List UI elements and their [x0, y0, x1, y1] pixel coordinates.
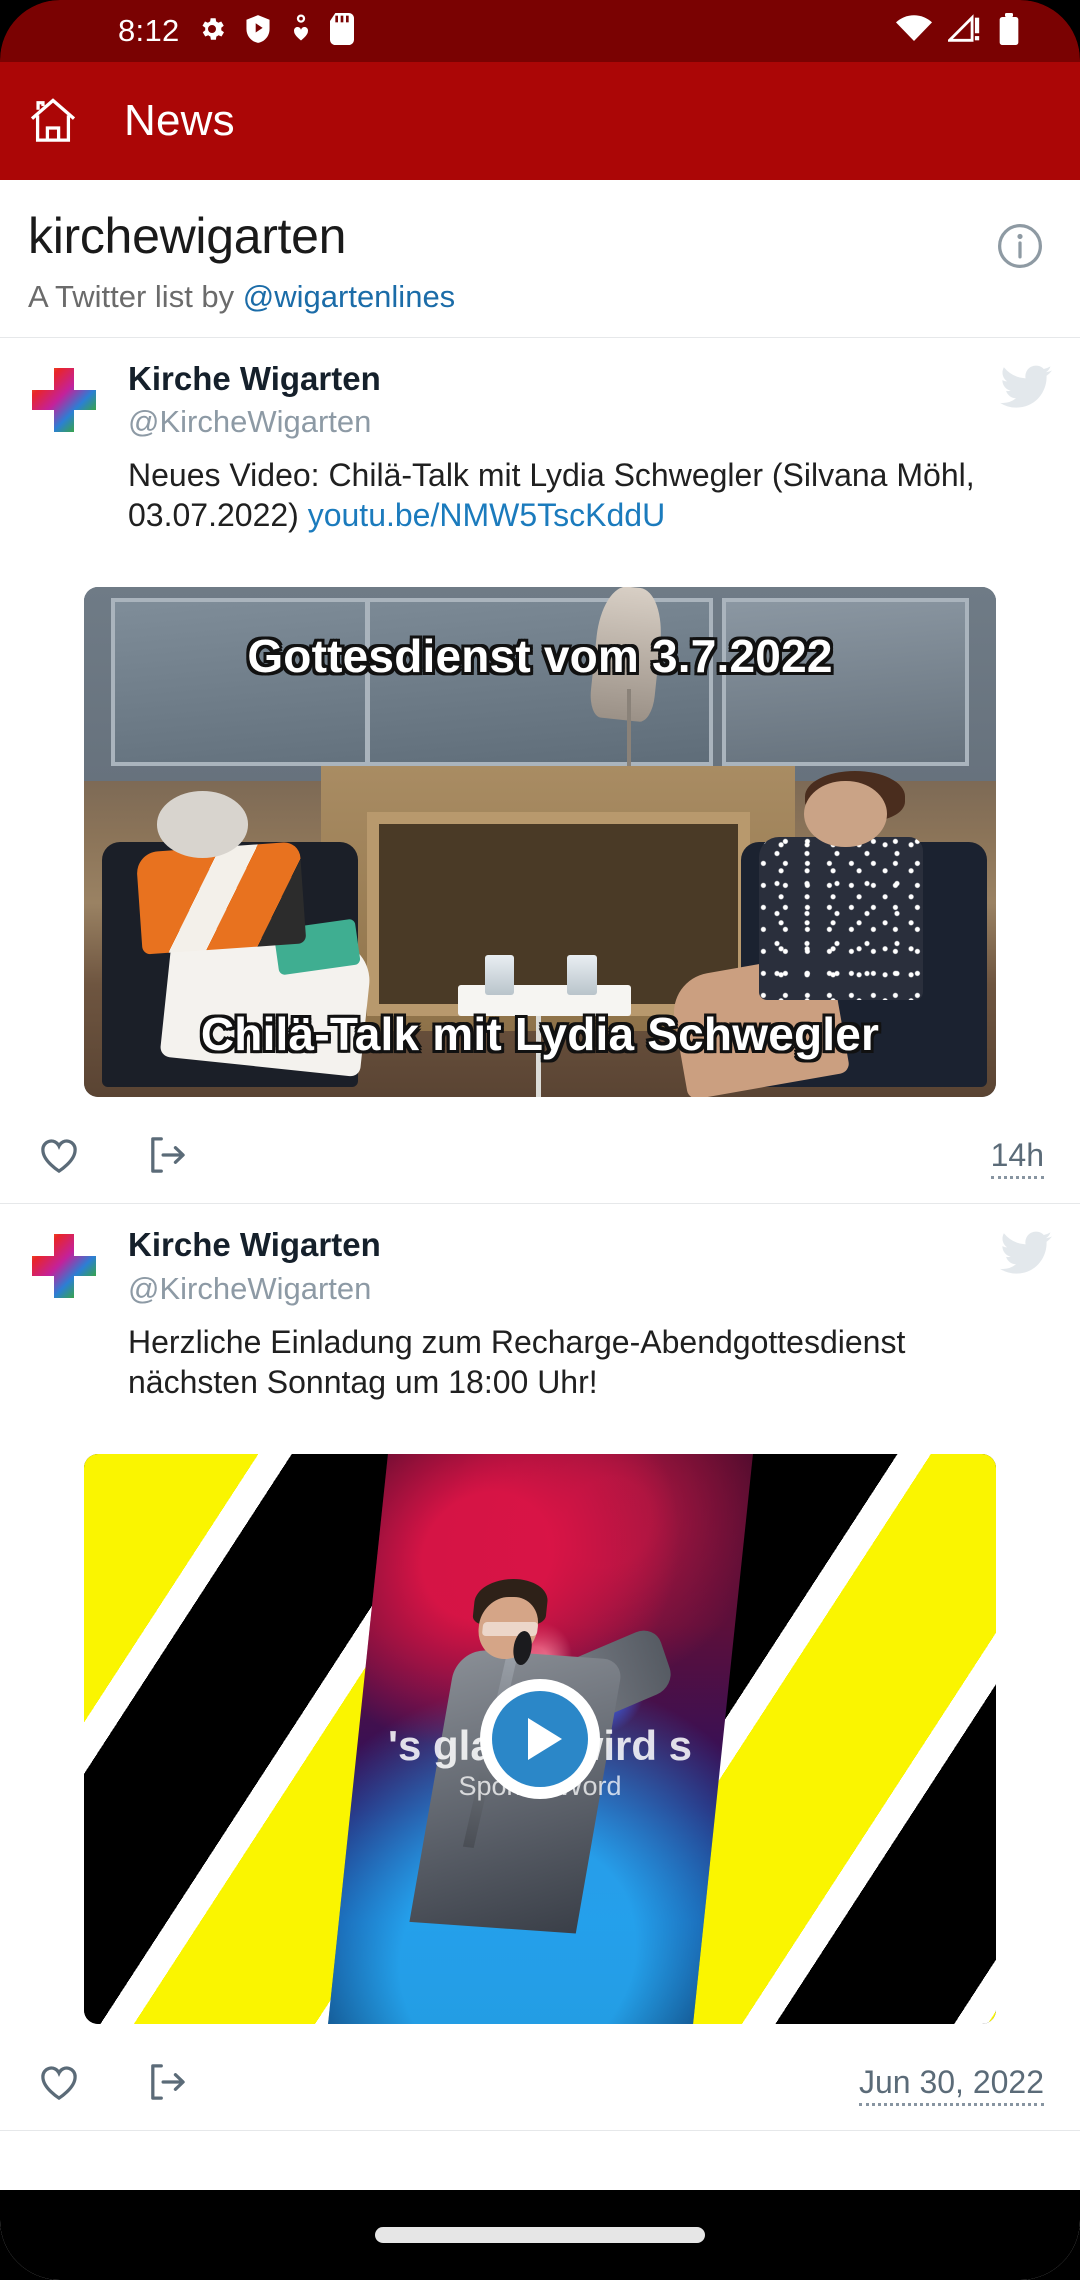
status-bar-clock: 8:12	[118, 13, 180, 48]
tweet-header: Kirche Wigarten @KircheWigarten Neues Vi…	[28, 360, 1052, 536]
phone-screen: 8:12 News kirchewigarten A Twitter list …	[0, 0, 1080, 2280]
home-indicator-pill[interactable]	[375, 2227, 705, 2243]
play-icon[interactable]	[480, 1679, 600, 1800]
tweet-item[interactable]: Kirche Wigarten @KircheWigarten Herzlich…	[0, 1204, 1080, 2132]
tweet-link[interactable]: youtu.be/NMW5TscKddU	[308, 497, 665, 533]
twitter-bird-icon	[1000, 364, 1052, 415]
tweet-author-name: Kirche Wigarten	[128, 359, 381, 397]
rainbow-cross-avatar[interactable]	[28, 364, 100, 436]
home-icon[interactable]	[22, 90, 84, 152]
play-protect-icon	[244, 14, 272, 49]
tweet-actions: Jun 30, 2022	[28, 2034, 1052, 2130]
wifi-icon	[896, 14, 932, 48]
gear-icon	[197, 14, 227, 49]
tweet-actions: 14h	[28, 1107, 1052, 1203]
heart-icon[interactable]	[28, 2051, 90, 2113]
sd-card-icon	[329, 12, 354, 50]
cell-signal-alert-icon	[945, 13, 982, 49]
tweet-author-name: Kirche Wigarten	[128, 1226, 381, 1264]
battery-icon	[998, 12, 1020, 50]
tweet-timestamp[interactable]: 14h	[990, 1137, 1044, 1180]
twitter-list-header: kirchewigarten A Twitter list by @wigart…	[0, 180, 1080, 338]
news-feed[interactable]: kirchewigarten A Twitter list by @wigart…	[0, 180, 1080, 2280]
share-external-icon[interactable]	[136, 1124, 198, 1186]
tweet-author-handle: @KircheWigarten	[128, 1271, 372, 1307]
tweet-timestamp[interactable]: Jun 30, 2022	[858, 2064, 1044, 2107]
app-bar: News	[0, 62, 1080, 180]
app-bar-title: News	[124, 96, 235, 145]
heart-pulse-icon	[289, 13, 313, 49]
page-title: kirchewigarten	[28, 208, 347, 264]
tweet-text: Neues Video: Chilä-Talk mit Lydia Schweg…	[128, 455, 1042, 536]
tweet-media-video[interactable]: 's glaubt wird s Spoken Word	[84, 1454, 996, 2025]
list-subtitle-prefix: A Twitter list by	[28, 278, 243, 314]
list-subtitle: A Twitter list by @wigartenlines	[28, 279, 1052, 315]
tweet-header: Kirche Wigarten @KircheWigarten Herzlich…	[28, 1226, 1052, 1402]
tweet-text: Herzliche Einladung zum Recharge-Abendgo…	[128, 1323, 906, 1400]
system-nav-bar	[0, 2190, 1080, 2280]
tweet-body: Kirche Wigarten @KircheWigarten Herzlich…	[128, 1226, 1052, 1402]
media-caption-bottom: Chilä-Talk mit Lydia Schwegler	[200, 1008, 880, 1061]
status-bar-right	[896, 12, 1020, 50]
rainbow-cross-avatar[interactable]	[28, 1230, 100, 1302]
tweet-item[interactable]: Kirche Wigarten @KircheWigarten Neues Vi…	[0, 338, 1080, 1205]
media-caption-top: Gottesdienst vom 3.7.2022	[247, 630, 833, 683]
heart-icon[interactable]	[28, 1124, 90, 1186]
tweet-author-handle: @KircheWigarten	[128, 404, 372, 440]
tweet-media-image[interactable]: Gottesdienst vom 3.7.2022 Chilä-Talk mit…	[84, 587, 996, 1098]
list-owner-handle[interactable]: @wigartenlines	[243, 279, 455, 314]
info-icon[interactable]	[992, 218, 1048, 274]
status-bar: 8:12	[0, 0, 1080, 62]
share-external-icon[interactable]	[136, 2051, 198, 2113]
status-bar-left: 8:12	[118, 12, 354, 50]
tweet-body: Kirche Wigarten @KircheWigarten Neues Vi…	[128, 360, 1052, 536]
twitter-bird-icon	[1000, 1230, 1052, 1281]
